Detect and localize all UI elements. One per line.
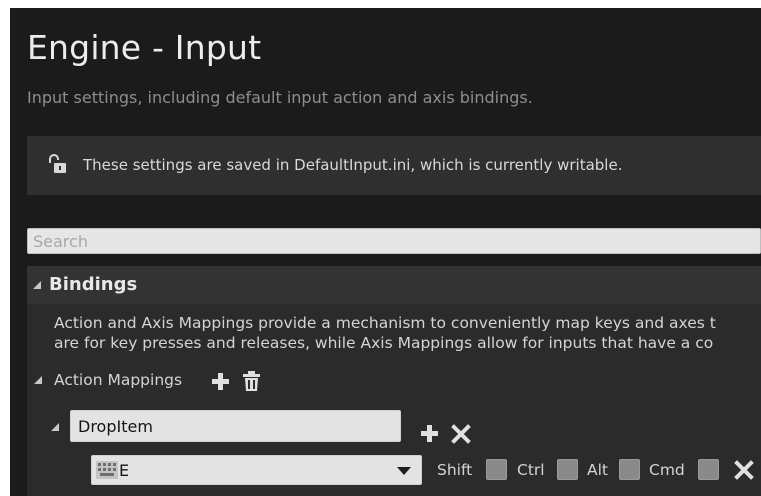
bindings-section-header[interactable]: Bindings bbox=[27, 266, 761, 304]
dropdown-arrow-icon bbox=[397, 467, 411, 475]
section-title: Bindings bbox=[49, 274, 138, 295]
page-title: Engine - Input bbox=[27, 28, 262, 67]
ctrl-label: Ctrl bbox=[517, 461, 545, 479]
collapse-triangle-icon[interactable] bbox=[33, 281, 41, 289]
x-icon[interactable] bbox=[450, 423, 472, 445]
key-selector-dropdown[interactable]: E bbox=[91, 455, 422, 485]
notice-text: These settings are saved in DefaultInput… bbox=[83, 156, 623, 174]
cmd-checkbox[interactable] bbox=[698, 459, 719, 480]
action-mappings-collapse-icon[interactable] bbox=[34, 376, 42, 384]
plus-icon[interactable] bbox=[419, 423, 441, 445]
x-icon[interactable] bbox=[733, 459, 755, 481]
shift-checkbox[interactable] bbox=[486, 459, 507, 480]
bindings-panel: Bindings Action and Axis Mappings provid… bbox=[27, 266, 761, 496]
description-line: are for key presses and releases, while … bbox=[54, 334, 714, 352]
trash-icon[interactable] bbox=[241, 370, 263, 392]
config-file-notice: These settings are saved in DefaultInput… bbox=[27, 136, 761, 195]
alt-checkbox[interactable] bbox=[619, 459, 640, 480]
search-input[interactable] bbox=[27, 228, 761, 254]
keyboard-icon bbox=[96, 461, 118, 479]
action-name-field[interactable] bbox=[70, 410, 401, 442]
settings-window: Engine - Input Input settings, including… bbox=[10, 8, 761, 496]
page-subtitle: Input settings, including default input … bbox=[27, 88, 533, 107]
action-item-collapse-icon[interactable] bbox=[51, 423, 59, 431]
shift-label: Shift bbox=[437, 461, 473, 479]
plus-icon[interactable] bbox=[210, 371, 232, 393]
alt-label: Alt bbox=[587, 461, 608, 479]
selected-key-value: E bbox=[119, 461, 130, 480]
cmd-label: Cmd bbox=[649, 461, 685, 479]
action-mappings-label: Action Mappings bbox=[54, 371, 183, 389]
unlocked-padlock-icon bbox=[47, 153, 69, 175]
ctrl-checkbox[interactable] bbox=[557, 459, 578, 480]
bindings-description: Action and Axis Mappings provide a mecha… bbox=[54, 313, 716, 353]
description-line: Action and Axis Mappings provide a mecha… bbox=[54, 314, 716, 332]
